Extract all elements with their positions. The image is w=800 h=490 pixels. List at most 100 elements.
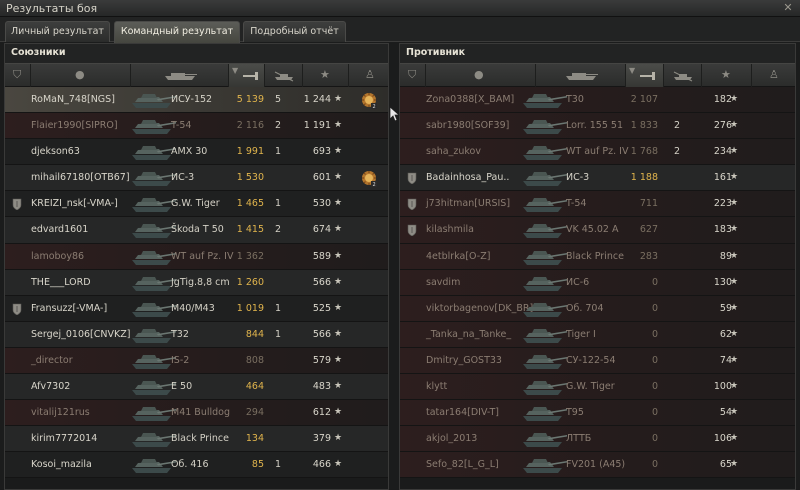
player-name[interactable]: viktorbagenov[DK_BR]	[426, 302, 533, 315]
col-clan[interactable]: ⛉	[400, 64, 426, 87]
col-player[interactable]: ●	[426, 64, 536, 87]
tank-silhouette-icon	[520, 220, 568, 240]
tank-name: ИС-3	[171, 172, 195, 184]
table-row[interactable]: viktorbagenov[DK_BR] Об. 704 0 59 ★	[400, 295, 795, 322]
damage-value: 1 768	[630, 146, 658, 158]
medal-icon[interactable]: 2	[360, 169, 378, 188]
player-name[interactable]: kilashmila	[426, 223, 474, 236]
table-row[interactable]: Fransuzz[-VMA-] M40/M43 1 019 1 525 ★	[5, 295, 388, 322]
table-row[interactable]: vitalij121rus M41 Bulldog 294 612 ★	[5, 400, 388, 427]
table-row[interactable]: 4etblrka[O-Z] Black Prince 283 89 ★	[400, 243, 795, 270]
xp-star-icon: ★	[730, 302, 739, 313]
col-damage[interactable]: ▼	[626, 64, 664, 87]
player-name[interactable]: RoMaN_748[NGS]	[31, 93, 115, 106]
col-medal[interactable]: ♙	[349, 64, 388, 87]
player-name[interactable]: 4etblrka[O-Z]	[426, 250, 490, 263]
table-row[interactable]: Dmitry_GOST33 СУ-122-54 0 74 ★	[400, 347, 795, 375]
table-row[interactable]: kilashmila VK 45.02 A 627 183 ★	[400, 217, 795, 244]
player-name[interactable]: mihail67180[OTB67]	[31, 171, 130, 184]
player-name[interactable]: THE___LORD	[31, 276, 91, 289]
col-medal[interactable]: ♙	[752, 64, 795, 87]
enemies-rows: Zona0388[X_BAM] T30 2 107 182 ★ sabr1980[SOF3…	[400, 87, 795, 479]
player-name[interactable]: savdim	[426, 276, 460, 289]
tab-detailed-report[interactable]: Подробный отчёт	[243, 21, 346, 42]
xp-value: 525	[312, 302, 331, 314]
tank-name: E 50	[171, 381, 193, 393]
player-name[interactable]: KREIZI_nsk[-VMA-]	[31, 197, 118, 210]
table-row[interactable]: Badainhosa_Pau.. ИС-3 1 188 161 ★	[400, 165, 795, 192]
table-row[interactable]: Zona0388[X_BAM] T30 2 107 182 ★	[400, 87, 795, 114]
player-name[interactable]: kirim7772014	[31, 432, 97, 445]
table-row[interactable]: djekson63 AMX 30 1 991 1 693 ★	[5, 139, 388, 166]
medal-icon[interactable]: 2	[360, 91, 378, 110]
player-name[interactable]: klytt	[426, 380, 447, 393]
table-row[interactable]: _director IS-2 808 579 ★	[5, 347, 388, 375]
player-name[interactable]: akjol_2013	[426, 432, 477, 445]
player-name[interactable]: Dmitry_GOST33	[426, 354, 502, 367]
table-row[interactable]: KREIZI_nsk[-VMA-] G.W. Tiger 1 465 1 530 ★	[5, 191, 388, 218]
damage-value: 844	[245, 328, 264, 340]
table-row[interactable]: mihail67180[OTB67] ИС-3 1 530 601 ★ 2	[5, 165, 388, 192]
mouse-cursor-icon	[389, 106, 401, 122]
player-name[interactable]: djekson63	[31, 145, 80, 158]
table-row[interactable]: Sefo_82[L_G_L] FV201 (A45) 0 65 ★	[400, 452, 795, 479]
table-row[interactable]: _Tanka_na_Tanke_ Tiger I 0 62 ★	[400, 321, 795, 348]
tank-name: СУ-122-54	[566, 354, 616, 366]
table-row[interactable]: Kosoi_mazila Об. 416 85 1 466 ★	[5, 452, 388, 479]
xp-star-icon: ★	[730, 381, 739, 392]
player-name[interactable]: Sergej_0106[CNVKZ]	[31, 328, 130, 341]
tank-icon	[165, 73, 197, 80]
player-name[interactable]: _director	[31, 354, 73, 367]
player-name[interactable]: Sefo_82[L_G_L]	[426, 458, 499, 471]
table-row[interactable]: klytt G.W. Tiger 0 100 ★	[400, 374, 795, 401]
col-clan[interactable]: ⛉	[5, 64, 31, 87]
col-xp[interactable]: ★	[702, 64, 752, 87]
table-row[interactable]: THE___LORD JgTig.8,8 cm 1 260 566 ★	[5, 269, 388, 296]
player-name[interactable]: sabr1980[SOF39]	[426, 119, 509, 132]
col-tank[interactable]	[131, 64, 229, 87]
tab-team-result[interactable]: Командный результат	[114, 21, 240, 43]
player-name[interactable]: Kosoi_mazila	[31, 458, 92, 471]
col-frags[interactable]	[265, 64, 303, 87]
player-name[interactable]: Fransuzz[-VMA-]	[31, 302, 107, 315]
allies-panel: Союзники ⛉ ● ▼ ★ ♙ RoMaN_748[NGS] ИСУ-152…	[4, 43, 389, 490]
player-name[interactable]: _Tanka_na_Tanke_	[426, 328, 511, 341]
table-row[interactable]: edvard1601 Škoda T 50 1 415 2 674 ★	[5, 217, 388, 244]
col-tank[interactable]	[536, 64, 626, 87]
star-icon: ★	[721, 68, 731, 81]
table-row[interactable]: akjol_2013 ЛТТБ 0 106 ★	[400, 426, 795, 453]
frags-value: 2	[275, 120, 282, 132]
player-name[interactable]: saha_zukov	[426, 145, 481, 158]
xp-star-icon: ★	[730, 94, 739, 104]
player-name[interactable]: Afv7302	[31, 380, 70, 393]
player-name[interactable]: lamoboy86	[31, 250, 84, 263]
player-name[interactable]: Zona0388[X_BAM]	[426, 93, 514, 106]
tank-name: M41 Bulldog	[171, 407, 230, 419]
tab-personal-result[interactable]: Личный результат	[5, 21, 110, 42]
table-row[interactable]: Flaier1990[SIPRO] T-54 2 116 2 1 191 ★	[5, 113, 388, 140]
player-name[interactable]: j73hitman[URSIS]	[426, 197, 510, 210]
table-row[interactable]: Sergej_0106[CNVKZ] T32 844 1 566 ★	[5, 321, 388, 348]
table-row[interactable]: tatar164[DIV-T] T95 0 54 ★	[400, 400, 795, 427]
table-row[interactable]: kirim7772014 Black Prince 134 379 ★	[5, 426, 388, 453]
col-player[interactable]: ●	[31, 64, 131, 87]
xp-value: 466	[312, 459, 331, 471]
player-name[interactable]: vitalij121rus	[31, 406, 90, 419]
player-name[interactable]: Flaier1990[SIPRO]	[31, 119, 118, 132]
table-row[interactable]: lamoboy86 WT auf Pz. IV 1 362 589 ★	[5, 243, 388, 270]
col-frags[interactable]	[664, 64, 702, 87]
player-name[interactable]: edvard1601	[31, 223, 88, 236]
col-xp[interactable]: ★	[303, 64, 349, 87]
table-row[interactable]: sabr1980[SOF39] Lorr. 155 51 1 833 2 276 ★	[400, 113, 795, 140]
player-name[interactable]: Badainhosa_Pau..	[426, 171, 509, 184]
table-row[interactable]: savdim ИС-6 0 130 ★	[400, 269, 795, 296]
table-row[interactable]: j73hitman[URSIS] T-54 711 223 ★	[400, 191, 795, 218]
tank-name: FV201 (A45)	[566, 459, 626, 471]
close-icon[interactable]: ✕	[781, 1, 795, 15]
table-row[interactable]: Afv7302 E 50 464 483 ★	[5, 374, 388, 401]
table-row[interactable]: saha_zukov WT auf Pz. IV 1 768 2 234 ★	[400, 139, 795, 166]
table-row[interactable]: RoMaN_748[NGS] ИСУ-152 5 139 5 1 244 ★ 2	[5, 87, 388, 114]
col-damage[interactable]: ▼	[229, 64, 265, 87]
damage-value: 1 991	[236, 146, 264, 158]
player-name[interactable]: tatar164[DIV-T]	[426, 406, 499, 419]
